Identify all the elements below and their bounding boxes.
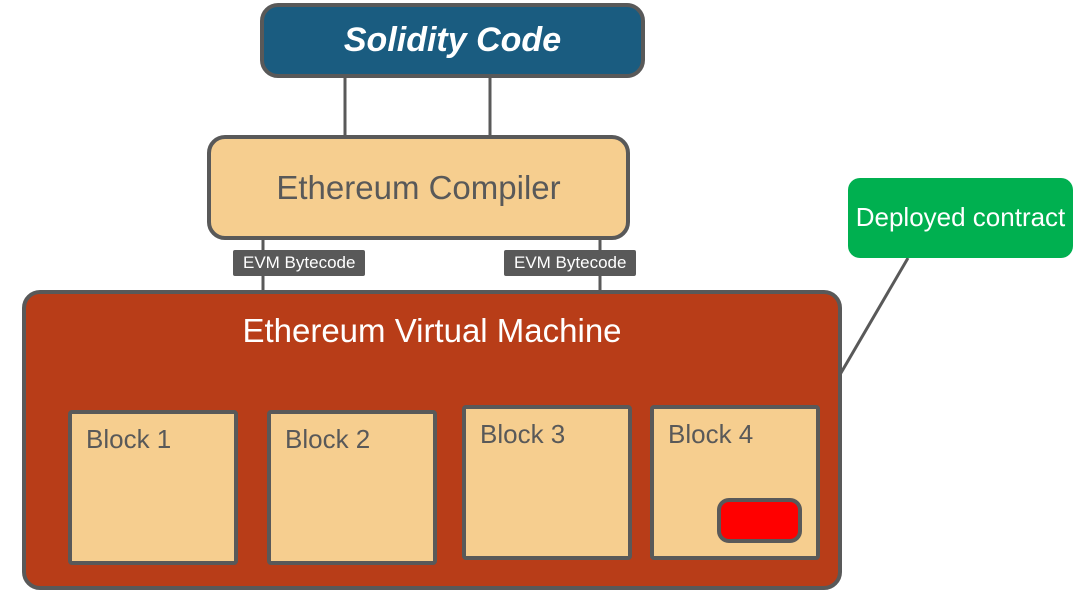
block-4-label: Block 4 bbox=[668, 419, 753, 449]
block-3: Block 3 bbox=[462, 405, 632, 560]
solidity-label: Solidity Code bbox=[344, 21, 561, 60]
block-1-label: Block 1 bbox=[86, 424, 171, 454]
block-3-label: Block 3 bbox=[480, 419, 565, 449]
evm-label: Ethereum Virtual Machine bbox=[242, 312, 621, 350]
block-2-label: Block 2 bbox=[285, 424, 370, 454]
solidity-code-box: Solidity Code bbox=[260, 3, 645, 78]
deployed-label: Deployed contract bbox=[856, 202, 1066, 233]
bytecode-label-2: EVM Bytecode bbox=[504, 250, 636, 276]
bytecode-label-1: EVM Bytecode bbox=[233, 250, 365, 276]
block-2: Block 2 bbox=[267, 410, 437, 565]
deployed-contract-marker bbox=[717, 498, 802, 543]
deployed-contract-label-box: Deployed contract bbox=[848, 178, 1073, 258]
compiler-label: Ethereum Compiler bbox=[276, 169, 560, 207]
block-1: Block 1 bbox=[68, 410, 238, 565]
compiler-box: Ethereum Compiler bbox=[207, 135, 630, 240]
